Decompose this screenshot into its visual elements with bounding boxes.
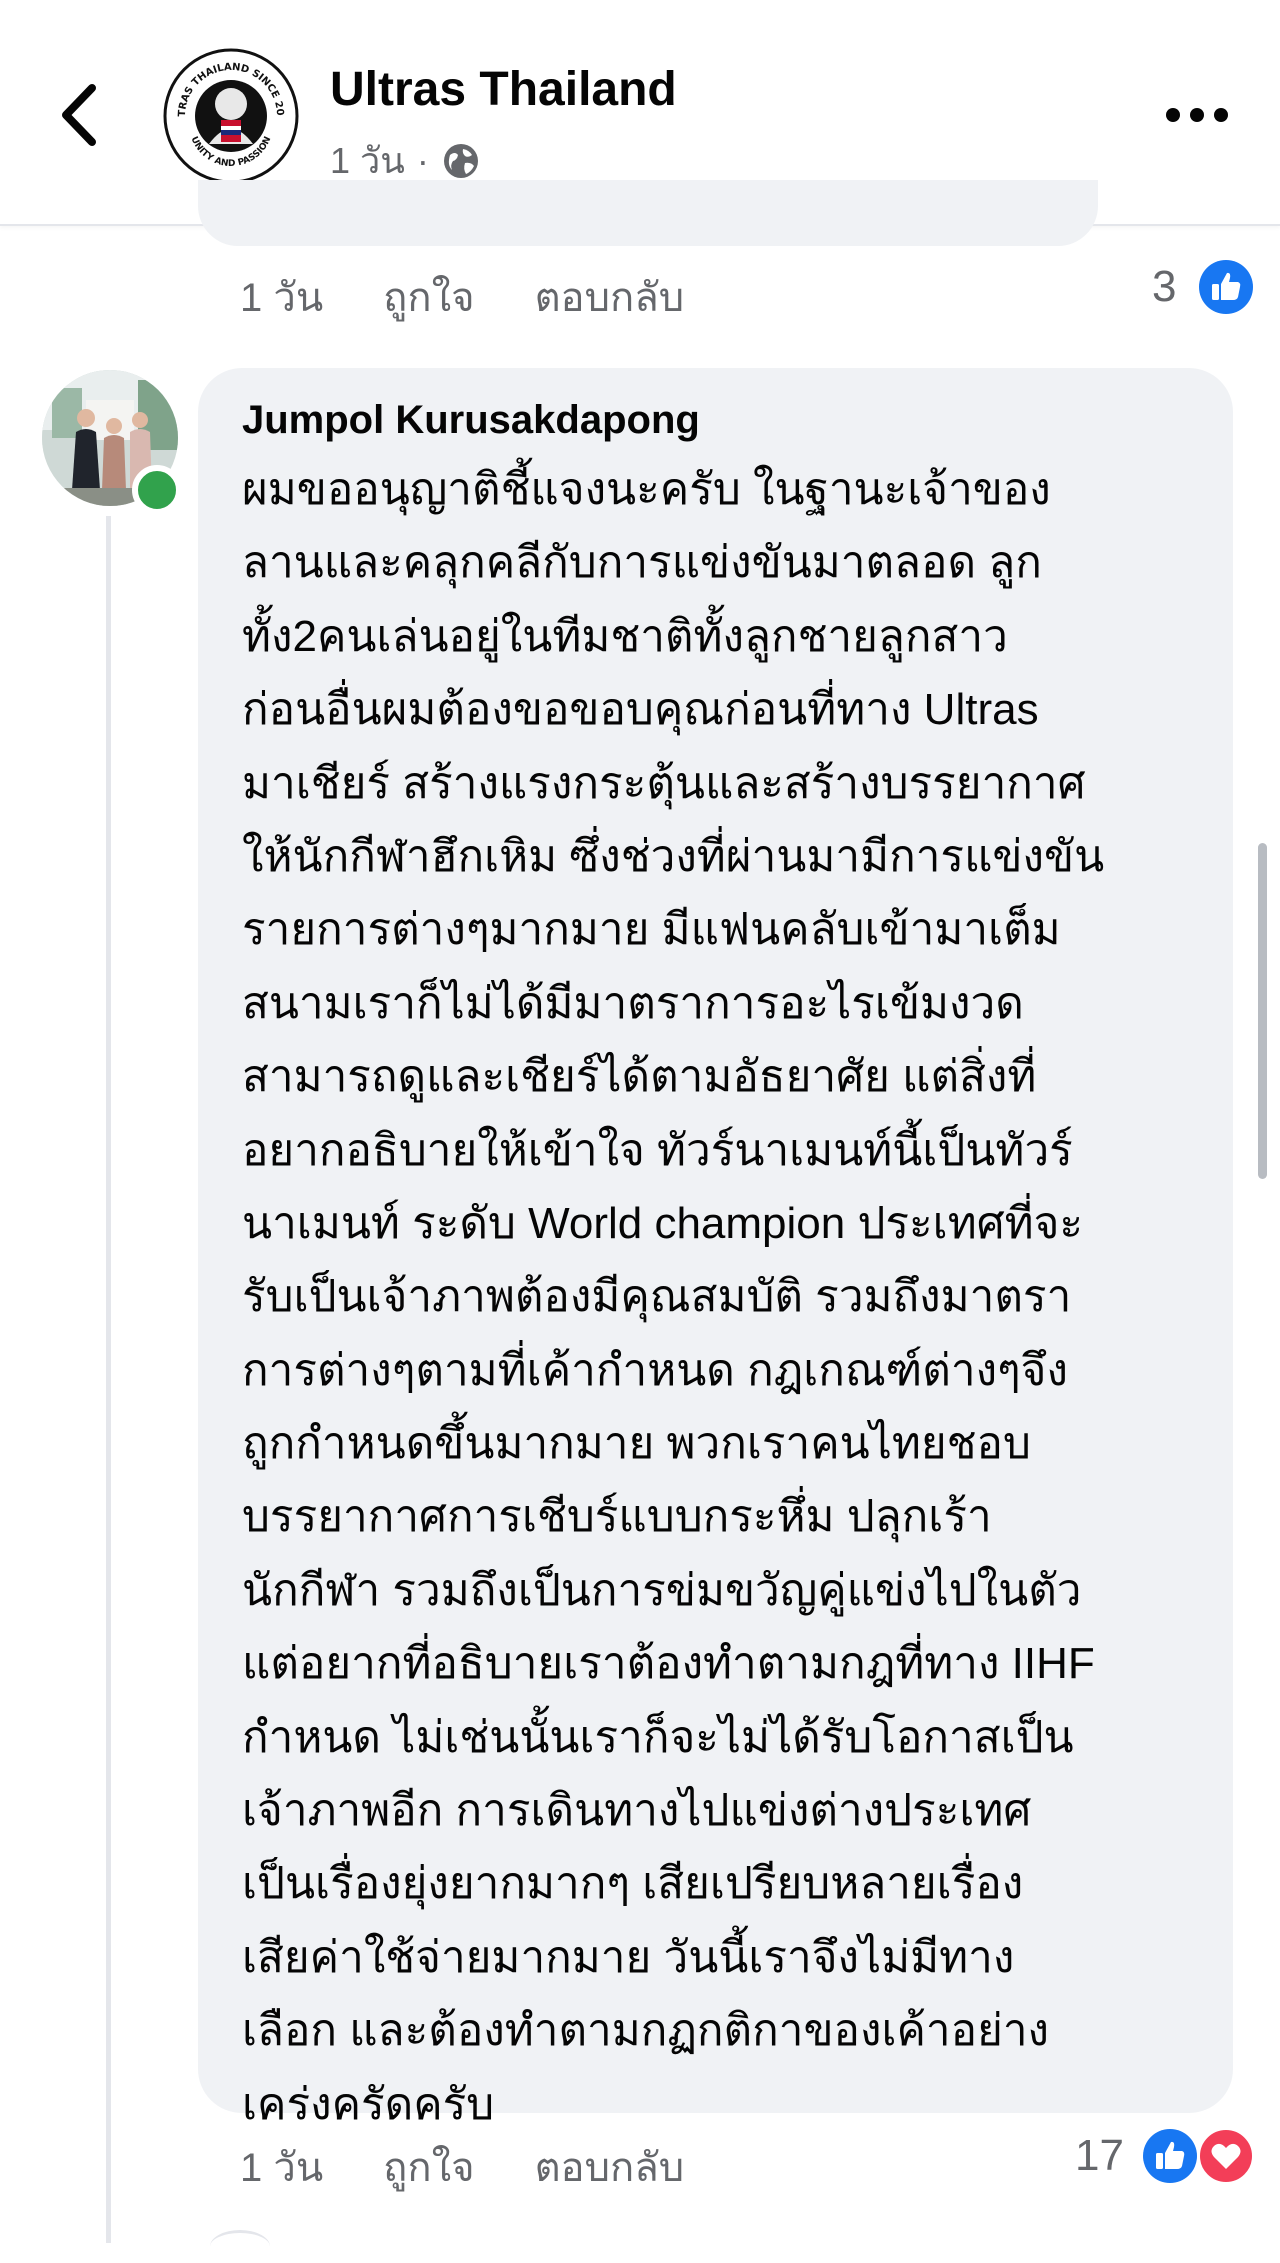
page-name[interactable]: Ultras Thailand xyxy=(330,62,677,117)
comment-text-line: บรรยากาศการเชีบร์แบบกระหึ่ม ปลุกเร้า xyxy=(242,1492,992,1542)
like-action[interactable]: ถูกใจ xyxy=(383,2135,474,2190)
comment-text-line: ให้นักกีฬาฮึกเหิม ซึ่งช่วงที่ผ่านมามีการ… xyxy=(242,831,1105,881)
previous-comment-actions: 1 วัน ถูกใจ ตอบกลับ xyxy=(240,265,685,320)
next-reply-avatar xyxy=(210,2230,270,2263)
comment-actions: 1 วัน ถูกใจ ตอบกลับ xyxy=(240,2135,685,2190)
comment-text-line: นักกีฬา รวมถึงเป็นการข่มขวัญคู่แข่งไปในต… xyxy=(242,1565,1082,1615)
back-arrow-icon xyxy=(62,84,96,146)
online-status-indicator xyxy=(132,465,182,515)
comment-time: 1 วัน xyxy=(240,276,324,320)
back-button[interactable] xyxy=(56,80,106,150)
meta-separator: · xyxy=(416,139,429,181)
comment-text-line: กำหนด ไม่เช่นนั้นเราก็จะไม่ได้รับโอกาสเป… xyxy=(242,1712,1074,1762)
globe-icon xyxy=(443,143,478,178)
previous-comment-bubble xyxy=(198,180,1098,246)
reaction-count[interactable]: 3 xyxy=(1152,262,1176,312)
comment-text-line: ผมขออนุญาติชี้แจงนะครับ ในฐานะเจ้าของ xyxy=(242,465,1051,514)
comment-text-line: เลือก และต้องทำตามกฏกติกาของเค้าอย่าง xyxy=(242,2006,1050,2056)
comment-text-line: เป็นเรื่องยุ่งยากมากๆ เสียเปรียบหลายเรื่… xyxy=(242,1859,1024,1909)
more-icon xyxy=(1166,108,1180,122)
like-reaction-icon[interactable] xyxy=(1198,259,1254,315)
scrollbar[interactable] xyxy=(1258,843,1267,1179)
like-action[interactable]: ถูกใจ xyxy=(383,265,474,320)
comment-text-line: สนามเราก็ไม่ได้มีมาตราการอะไรเข้มงวด xyxy=(242,978,1024,1028)
comment-text-line: ถูกกำหนดขึ้นมากมาย พวกเราคนไทยชอบ xyxy=(242,1419,1031,1469)
reply-thread-line xyxy=(106,516,111,2243)
comment-text-line: ลานและคลุกคลีกับการแข่งขันมาตลอด ลูก xyxy=(242,538,1042,588)
like-reaction-icon[interactable] xyxy=(1142,2128,1198,2184)
comment-text-line: เสียค่าใช้จ่ายมากมาย วันนี้เราจึงไม่มีทา… xyxy=(242,1932,1015,1982)
comment-text-line: รายการต่างๆมากมาย มีแฟนคลับเข้ามาเต็ม xyxy=(242,905,1061,955)
comment-text-line: ทั้ง2คนเล่นอยู่ในทีมชาติทั้งลูกชายลูกสาว xyxy=(242,611,1008,661)
comment-text-line: สามารถดูและเชียร์ได้ตามอัธยาศัย แต่สิ่งท… xyxy=(242,1052,1037,1102)
reply-action[interactable]: ตอบกลับ xyxy=(535,2135,685,2190)
reply-action[interactable]: ตอบกลับ xyxy=(535,265,685,320)
comment-text-line: การต่างๆตามที่เค้ากำหนด กฎเกณฑ์ต่างๆจึง xyxy=(242,1345,1068,1395)
comment-text-line: รับเป็นเจ้าภาพต้องมีคุณสมบัติ รวมถึงมาตร… xyxy=(242,1272,1072,1322)
comment-author[interactable]: Jumpol Kurusakdapong xyxy=(242,398,1195,443)
page-avatar[interactable]: ULTRAS THAILAND SINCE 2012 UNITY AND PAS… xyxy=(163,48,299,184)
comment-text-line: แต่อยากที่อธิบายเราต้องทำตามกฎที่ทาง IIH… xyxy=(242,1639,1095,1689)
reaction-count[interactable]: 17 xyxy=(1075,2131,1124,2181)
comment-text-line: ก่อนอื่นผมต้องขอขอบคุณก่อนที่ทาง Ultras xyxy=(242,685,1039,735)
comment-bubble[interactable]: Jumpol Kurusakdapong ผมขออนุญาติชี้แจงนะ… xyxy=(198,368,1233,2129)
comment-text-line: เคร่งครัดครับ xyxy=(242,2079,495,2129)
comment-text-line: นาเมนท์ ระดับ World champion ประเทศที่จะ xyxy=(242,1198,1084,1248)
comment-text-line: เจ้าภาพอีก การเดินทางไปแข่งต่างประเทศ xyxy=(242,1786,1032,1836)
more-button[interactable] xyxy=(1162,100,1232,130)
comment-time: 1 วัน xyxy=(240,2146,324,2190)
comment-text: ผมขออนุญาติชี้แจงนะครับ ในฐานะเจ้าของลาน… xyxy=(242,453,1195,2141)
comment-text-line: อยากอธิบายให้เข้าใจ ทัวร์นาเมนท์นี้เป็นท… xyxy=(242,1125,1073,1175)
love-reaction-icon[interactable] xyxy=(1198,2128,1254,2184)
comment-text-line: มาเชียร์ สร้างแรงกระตุ้นและสร้างบรรยากาศ xyxy=(242,758,1086,808)
